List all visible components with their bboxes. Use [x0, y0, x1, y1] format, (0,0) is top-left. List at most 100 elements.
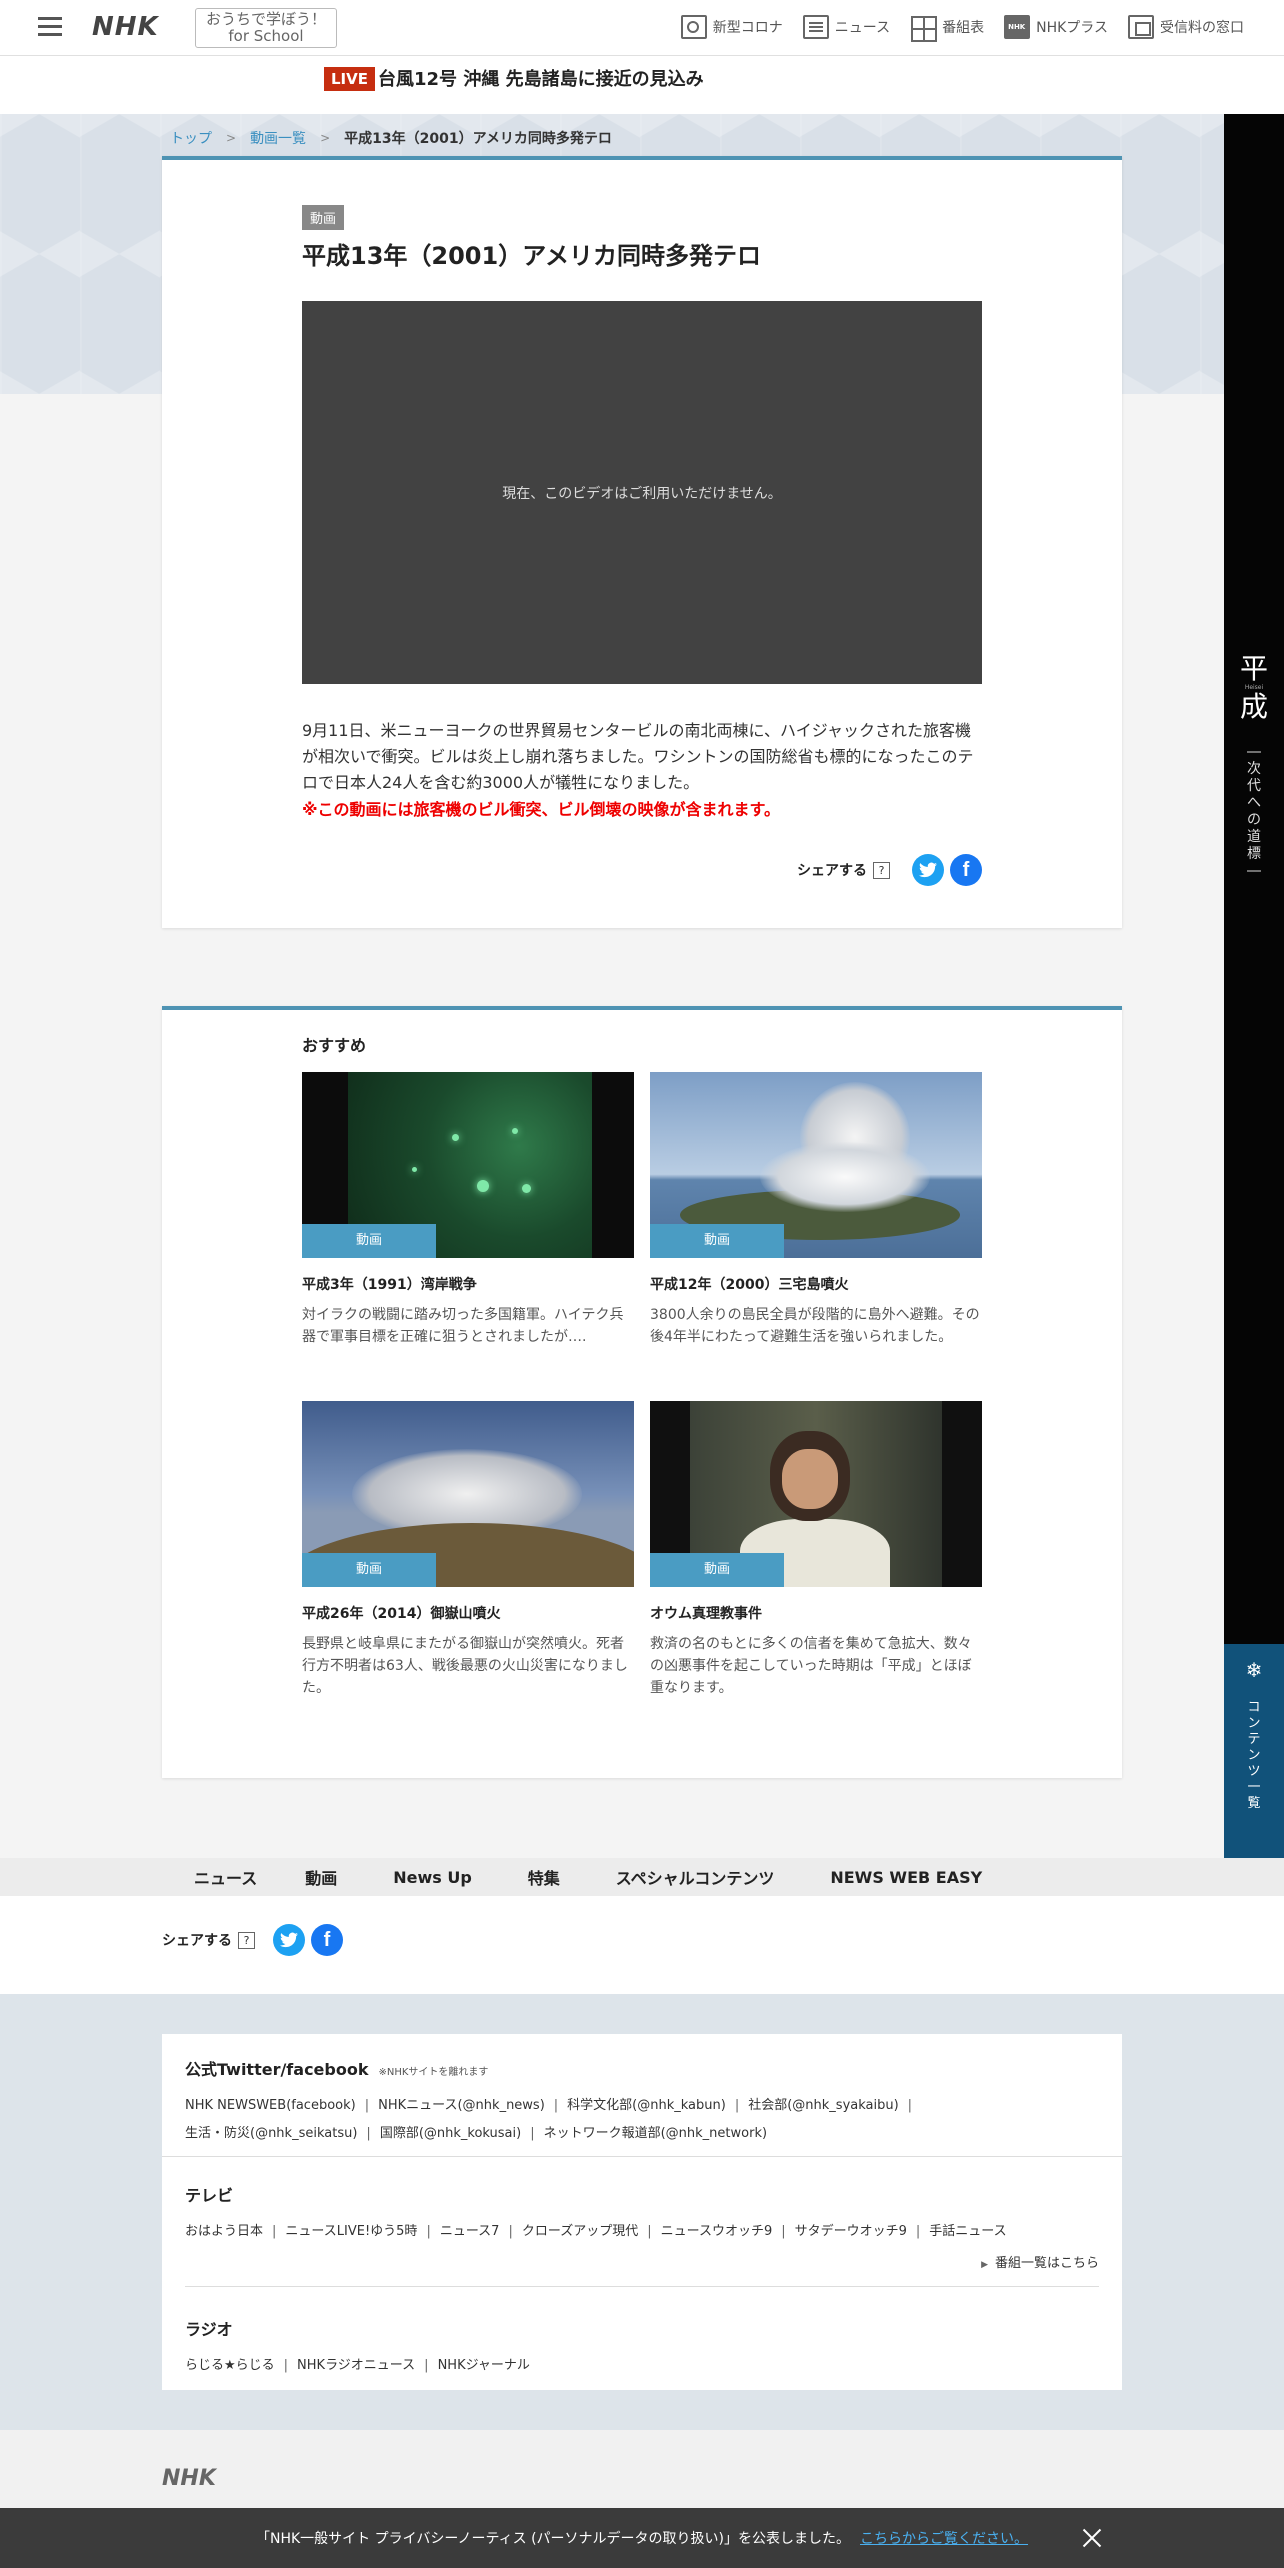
footer-link[interactable]: おはよう日本: [185, 2224, 263, 2239]
notice-text: 「NHK一般サイト プライバシーノーティス (パーソナルデータの取り扱い)」を公…: [255, 2531, 851, 2547]
corona-icon: [680, 15, 707, 39]
recommend-item-desc: 長野県と岐阜県にまたがる御嶽山が突然噴火。死者行方不明者は63人、戦後最悪の火山…: [302, 1636, 628, 1696]
nhk-plus-icon: [1004, 15, 1031, 39]
footer-link[interactable]: 生活・防災(@nhk_seikatsu): [185, 2126, 357, 2141]
side-kanji-2: 成: [1239, 690, 1268, 723]
footer-link[interactable]: NHK NEWSWEB(facebook): [185, 2098, 356, 2113]
footer-link[interactable]: 社会部(@nhk_syakaibu): [748, 2098, 898, 2113]
recommend-item[interactable]: 動画 平成26年（2014）御嶽山噴火 長野県と岐阜県にまたがる御嶽山が突然噴火…: [302, 1401, 634, 1699]
facebook-share-icon[interactable]: f: [950, 854, 982, 886]
chevron-right-icon: >: [320, 131, 331, 145]
share-row: シェアする ? f: [162, 1924, 343, 1956]
footer-radio-section: ラジオ らじる★らじる | NHKラジオニュース | NHKジャーナル: [185, 2316, 1099, 2380]
video-badge: 動画: [302, 1553, 436, 1587]
sns-note: ※NHKサイトを離れます: [378, 2067, 489, 2078]
global-nav: 新型コロナ ニュース 番組表 NHKプラス 受信料の窓口: [680, 15, 1244, 42]
footer-nav: ニュース 動画 News Up 特集 スペシャルコンテンツ NEWS WEB E…: [0, 1858, 1284, 1896]
nav-nhk-plus[interactable]: NHKプラス: [1004, 15, 1108, 39]
privacy-notice-bar: 「NHK一般サイト プライバシーノーティス (パーソナルデータの取り扱い)」を公…: [0, 2508, 1284, 2568]
chevron-right-icon: >: [226, 131, 237, 145]
footer-links-box: 公式Twitter/facebook ※NHKサイトを離れます NHK NEWSW…: [162, 2034, 1122, 2390]
sns-title-text: 公式Twitter/facebook: [185, 2060, 369, 2079]
news-icon: [802, 15, 829, 39]
nav-label: ニュース: [834, 20, 891, 36]
twitter-share-icon[interactable]: [273, 1924, 305, 1956]
nav-corona[interactable]: 新型コロナ: [680, 15, 783, 39]
facebook-share-icon[interactable]: f: [311, 1924, 343, 1956]
footer-link[interactable]: ニュースLIVE!ゆう5時: [285, 2224, 417, 2239]
close-icon[interactable]: [1080, 2526, 1104, 2550]
recommend-section: おすすめ 動画 平成3年（1991）湾岸戦争 対イラクの戦闘に踏み切った多国籍軍…: [162, 1006, 1122, 1778]
breadcrumb-top[interactable]: トップ: [170, 128, 212, 148]
site-header: NHK おうちで学ぼう！ for School 新型コロナ ニュース 番組表 N…: [0, 0, 1284, 56]
tv-links: おはよう日本 | ニュースLIVE!ゆう5時 | ニュース7 | クローズアップ現代 | ニュー…: [185, 2224, 1007, 2239]
footer-tv-section: テレビ おはよう日本 | ニュースLIVE!ゆう5時 | ニュース7 | クローズアップ現代…: [185, 2182, 1099, 2246]
footer-nav-special[interactable]: スペシャルコンテンツ: [616, 1865, 775, 1889]
video-badge: 動画: [302, 1224, 436, 1258]
footer-link[interactable]: ネットワーク報道部(@nhk_network): [544, 2126, 767, 2141]
nav-label: NHKプラス: [1036, 20, 1108, 36]
recommend-item[interactable]: 動画 オウム真理教事件 救済の名のもとに多くの信者を集めて急拡大、数々の凶悪事件…: [650, 1401, 982, 1699]
footer-nav-news[interactable]: ニュース: [194, 1865, 257, 1889]
footer-link[interactable]: NHKジャーナル: [438, 2358, 530, 2373]
recommend-item-title: 平成12年（2000）三宅島噴火: [650, 1277, 849, 1293]
nav-fee-window[interactable]: 受信料の窓口: [1128, 15, 1244, 39]
menu-icon[interactable]: [38, 17, 62, 37]
thumbnail-image: 動画: [650, 1401, 982, 1587]
school-line1: おうちで学ぼう！: [205, 10, 326, 28]
share-help-icon[interactable]: ?: [238, 1931, 255, 1949]
nav-program[interactable]: 番組表: [910, 15, 985, 42]
footer-link[interactable]: 手話ニュース: [929, 2224, 1006, 2239]
notice-link[interactable]: こちらからご覧ください。: [860, 2528, 1028, 2548]
footer-link[interactable]: 国際部(@nhk_kokusai): [380, 2126, 521, 2141]
article-card: 動画 平成13年（2001）アメリカ同時多発テロ 現在、このビデオはご利用いただ…: [162, 156, 1122, 928]
recommend-item[interactable]: 動画 平成12年（2000）三宅島噴火 3800人余りの島民全員が段階的に島外へ…: [650, 1072, 982, 1348]
footer-link[interactable]: クローズアップ現代: [522, 2224, 638, 2239]
footer-link[interactable]: ニュースウオッチ9: [661, 2224, 773, 2239]
side-kanji-1: 平: [1239, 652, 1268, 685]
thumbnail-image: 動画: [650, 1072, 982, 1258]
footer-tv-title: テレビ: [185, 2186, 234, 2205]
live-headline-link[interactable]: 台風12号 沖縄 先島諸島に接近の見込み: [378, 65, 704, 91]
radio-links: らじる★らじる | NHKラジオニュース | NHKジャーナル: [185, 2358, 530, 2373]
heisei-side-rail[interactable]: 平 成 Heisei ―次代への道標― ❄ コンテンツ一覧: [1224, 114, 1284, 1858]
recommend-item-desc: 3800人余りの島民全員が段階的に島外へ避難。その後4年半にわたって避難生活を強…: [650, 1307, 980, 1345]
footer-nav-video[interactable]: 動画: [305, 1865, 337, 1889]
for-school-button[interactable]: おうちで学ぼう！ for School: [195, 8, 337, 48]
footer-links-area: 公式Twitter/facebook ※NHKサイトを離れます NHK NEWSW…: [0, 1994, 1284, 2430]
nav-label: 新型コロナ: [712, 20, 783, 36]
category-tag: 動画: [302, 205, 345, 230]
program-list-link[interactable]: 番組一覧はこちら: [981, 2252, 1099, 2271]
recommend-item[interactable]: 動画 平成3年（1991）湾岸戦争 対イラクの戦闘に踏み切った多国籍軍。ハイテク…: [302, 1072, 634, 1348]
contents-list-button[interactable]: ❄ コンテンツ一覧: [1224, 1644, 1284, 1858]
nav-news[interactable]: ニュース: [802, 15, 891, 39]
footer-nav-feature[interactable]: 特集: [528, 1865, 560, 1889]
footer-link[interactable]: NHKラジオニュース: [297, 2358, 415, 2373]
share-row: シェアする ? f: [797, 854, 982, 886]
program-grid-icon: [910, 15, 938, 42]
share-help-icon[interactable]: ?: [873, 861, 890, 879]
recommend-item-title: オウム真理教事件: [650, 1606, 762, 1622]
recommend-item-title: 平成3年（1991）湾岸戦争: [302, 1277, 477, 1293]
nhk-logo[interactable]: NHK: [92, 12, 159, 42]
footer-link[interactable]: サタデーウオッチ9: [795, 2224, 907, 2239]
footer-nav-easy[interactable]: NEWS WEB EASY: [830, 1868, 982, 1887]
nhk-footer-logo[interactable]: NHK: [162, 2466, 216, 2491]
twitter-share-icon[interactable]: [912, 854, 944, 886]
footer-link[interactable]: NHKニュース(@nhk_news): [378, 2098, 545, 2113]
footer-link[interactable]: ニュース7: [440, 2224, 500, 2239]
footer-radio-title: ラジオ: [185, 2320, 233, 2339]
footer-nav-newsup[interactable]: News Up: [393, 1868, 472, 1887]
breadcrumb-video-list[interactable]: 動画一覧: [250, 128, 306, 148]
video-badge: 動画: [650, 1224, 784, 1258]
thumbnail-image: 動画: [302, 1401, 634, 1587]
footer-link[interactable]: 科学文化部(@nhk_kabun): [567, 2098, 726, 2113]
nav-label: 受信料の窓口: [1160, 20, 1244, 36]
nav-label: 番組表: [942, 20, 985, 36]
side-roman: Heisei: [1244, 684, 1264, 691]
footer-sns-title: 公式Twitter/facebook ※NHKサイトを離れます: [185, 2056, 1099, 2080]
sns-links: NHK NEWSWEB(facebook) | NHKニュース(@nhk_news)…: [185, 2098, 913, 2141]
footer-link[interactable]: らじる★らじる: [185, 2358, 275, 2373]
recommend-item-title: 平成26年（2014）御嶽山噴火: [302, 1606, 501, 1622]
video-player[interactable]: 現在、このビデオはご利用いただけません。: [302, 301, 982, 684]
